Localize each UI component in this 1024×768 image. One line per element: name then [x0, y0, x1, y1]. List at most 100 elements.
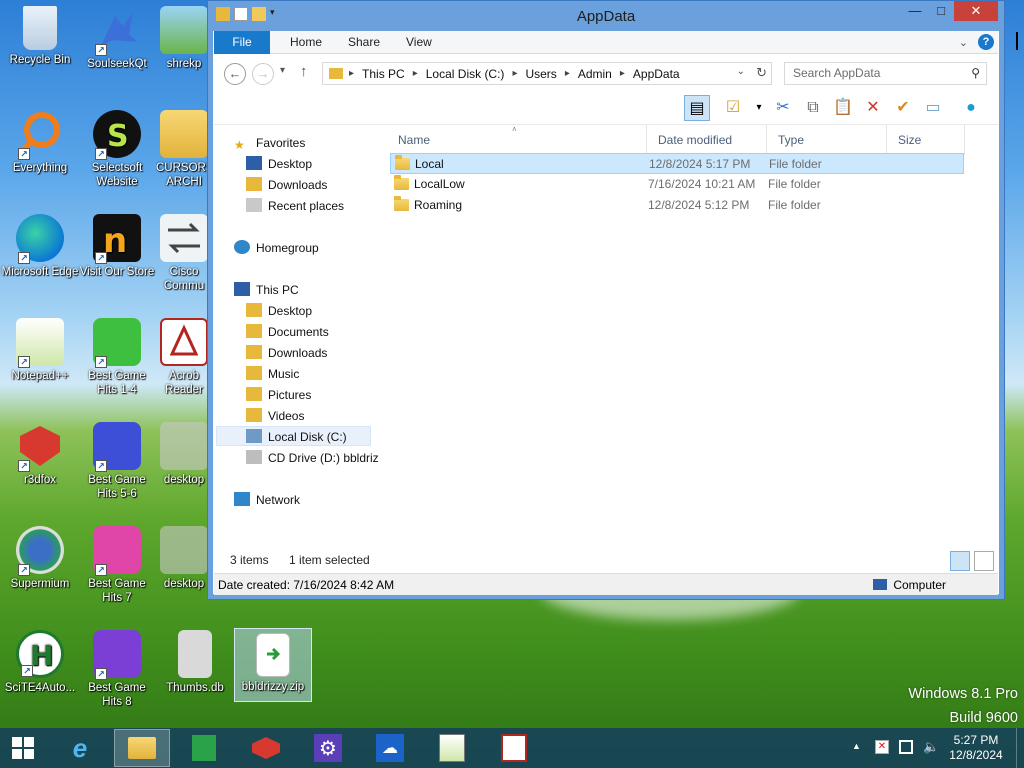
nav-favorites[interactable]: ★ Favorites — [234, 133, 305, 153]
volume-muted-icon[interactable]: 🔈 — [923, 739, 939, 755]
maximize-button[interactable]: □ — [928, 1, 954, 21]
copy-icon[interactable]: ⧉ — [800, 95, 826, 121]
up-button[interactable]: ↑ — [300, 63, 308, 80]
breadcrumb-local-disk[interactable]: Local Disk (C:) — [426, 67, 505, 81]
breadcrumb-appdata[interactable]: AppData — [633, 67, 680, 81]
action-center-flag-icon[interactable]: ✕ — [875, 740, 889, 754]
nav-this-pc[interactable]: This PC — [234, 280, 299, 300]
desktop-icon-acrobat[interactable]: Acrob Reader — [156, 318, 212, 397]
column-header-date[interactable]: Date modified — [652, 129, 766, 151]
column-header-size[interactable]: Size — [892, 129, 964, 151]
taskbar-store[interactable] — [176, 729, 232, 767]
taskbar-settings[interactable]: ⚙ — [300, 729, 356, 767]
nav-pc-documents[interactable]: Documents — [246, 322, 329, 342]
refresh-icon[interactable]: ↻ — [756, 65, 767, 81]
nav-pc-local-disk[interactable]: Local Disk (C:) — [216, 426, 371, 446]
column-divider[interactable] — [964, 125, 965, 155]
tab-view[interactable]: View — [396, 31, 442, 54]
desktop-icon-notepadpp[interactable]: ↗ Notepad++ — [1, 318, 79, 383]
nav-network[interactable]: Network — [234, 490, 300, 510]
minimize-button[interactable]: — — [902, 1, 928, 21]
chevron-down-icon[interactable]: ▾ — [746, 95, 772, 121]
breadcrumb-this-pc[interactable]: This PC — [362, 67, 405, 81]
close-button[interactable]: ✕ — [954, 1, 998, 21]
taskbar-acrobat[interactable] — [486, 729, 542, 767]
column-header-name[interactable]: Name — [392, 129, 646, 151]
nav-fav-recent[interactable]: Recent places — [246, 196, 344, 216]
table-row[interactable]: Roaming 12/8/2024 5:12 PM File folder — [390, 195, 964, 216]
tab-file[interactable]: File — [214, 31, 270, 54]
nav-pc-cd-drive[interactable]: CD Drive (D:) bbldriz — [246, 448, 379, 468]
nav-pc-pictures[interactable]: Pictures — [246, 385, 311, 405]
desktop-icon-best-game-1-4[interactable]: ↗ Best Game Hits 1-4 — [78, 318, 156, 397]
desktop-icon-thumbs-db[interactable]: Thumbs.db — [156, 630, 234, 695]
desktop-icon-desktop-ini-1[interactable]: desktop — [156, 422, 212, 487]
column-divider[interactable] — [766, 125, 767, 155]
address-bar[interactable]: ▸ This PC ▸ Local Disk (C:) ▸ Users ▸ Ad… — [322, 62, 772, 85]
desktop-icon-recycle-bin[interactable]: Recycle Bin — [1, 6, 79, 67]
taskbar-onedrive[interactable]: ☁ — [362, 729, 418, 767]
nav-pc-videos[interactable]: Videos — [246, 406, 304, 426]
desktop-icon-visit-store[interactable]: n ↗ Visit Our Store — [78, 214, 156, 279]
nav-homegroup[interactable]: Homegroup — [234, 238, 319, 258]
recent-locations-chevron-icon[interactable]: ▾ — [280, 65, 285, 76]
column-divider[interactable] — [646, 125, 647, 155]
nav-pc-desktop[interactable]: Desktop — [246, 301, 312, 321]
desktop-icon-soulseek[interactable]: ↗ SoulseekQt — [78, 6, 156, 71]
taskbar-r3dfox[interactable] — [238, 729, 294, 767]
desktop-icon-everything[interactable]: ↗ Everything — [1, 110, 79, 175]
table-row[interactable]: Local 12/8/2024 5:17 PM File folder — [390, 153, 964, 174]
taskbar-notepadpp[interactable] — [424, 729, 480, 767]
show-desktop-button[interactable] — [1016, 728, 1024, 768]
system-clock[interactable]: 5:27 PM 12/8/2024 — [946, 733, 1006, 763]
nav-pc-downloads[interactable]: Downloads — [246, 343, 327, 363]
network-status-icon[interactable] — [899, 740, 913, 754]
rename-icon[interactable]: ▭ — [920, 95, 946, 121]
tab-share[interactable]: Share — [338, 31, 390, 54]
show-hidden-icons-chevron[interactable]: ▲ — [852, 741, 861, 751]
forward-button[interactable]: → — [252, 63, 274, 85]
expand-ribbon-icon[interactable]: ⌄ — [959, 36, 968, 49]
title-bar[interactable]: ▾ AppData — □ ✕ — [208, 1, 1004, 31]
delete-icon[interactable]: ✕ — [860, 95, 886, 121]
back-button[interactable]: ← — [224, 63, 246, 85]
taskbar-internet-explorer[interactable]: e — [52, 729, 108, 767]
start-button[interactable] — [0, 729, 46, 767]
checkmark-icon[interactable]: ✔ — [890, 95, 916, 121]
globe-icon[interactable]: ● — [958, 95, 984, 121]
nav-fav-desktop[interactable]: Desktop — [246, 154, 312, 174]
desktop-icon-best-game-5-6[interactable]: ↗ Best Game Hits 5-6 — [78, 422, 156, 501]
desktop-icon-supermium[interactable]: ↗ Supermium — [1, 526, 79, 591]
tab-home[interactable]: Home — [280, 31, 332, 54]
properties-folder-icon[interactable]: ☑ — [720, 95, 746, 121]
paste-icon[interactable]: 📋 — [830, 95, 856, 121]
nav-pc-music[interactable]: Music — [246, 364, 299, 384]
chevron-down-icon[interactable]: ⌄ — [737, 66, 745, 77]
desktop-icon-bbldrizzy-zip[interactable]: bbldrizzy.zip — [234, 628, 312, 702]
nav-fav-downloads[interactable]: Downloads — [246, 175, 327, 195]
desktop-icon-desktop-ini-2[interactable]: desktop — [156, 526, 212, 591]
details-view-button[interactable] — [950, 551, 970, 571]
column-header-type[interactable]: Type — [772, 129, 886, 151]
taskbar-file-explorer[interactable] — [114, 729, 170, 767]
desktop-icon-shrek[interactable]: shrekp — [156, 6, 212, 71]
help-icon[interactable]: ? — [978, 34, 994, 50]
column-divider[interactable] — [886, 125, 887, 155]
cut-icon[interactable]: ✂ — [770, 95, 796, 121]
desktop-icon-scite[interactable]: H ↗ SciTE4Auto... — [1, 630, 79, 695]
desktop-icon-selectsoft[interactable]: S ↗ Selectsoft Website — [78, 110, 156, 189]
search-input[interactable]: Search AppData ⚲ — [784, 62, 987, 85]
breadcrumb-users[interactable]: Users — [525, 67, 556, 81]
desktop-icon-best-game-8[interactable]: ↗ Best Game Hits 8 — [78, 630, 156, 709]
preview-pane-icon[interactable]: ▤ — [684, 95, 710, 121]
large-icons-view-button[interactable] — [974, 551, 994, 571]
explorer-window[interactable]: ▾ AppData — □ ✕ File Home Share View ⌄ ?… — [207, 0, 1005, 600]
table-row[interactable]: LocalLow 7/16/2024 10:21 AM File folder — [390, 174, 964, 195]
desktop-icon-r3dfox[interactable]: ↗ r3dfox — [1, 422, 79, 487]
desktop-icon-best-game-7[interactable]: ↗ Best Game Hits 7 — [78, 526, 156, 605]
desktop-icon-cisco[interactable]: Cisco Commu — [156, 214, 212, 293]
breadcrumb-admin[interactable]: Admin — [578, 67, 612, 81]
search-icon[interactable]: ⚲ — [971, 63, 980, 84]
desktop-icon-cursors[interactable]: CURSORS ARCHI — [156, 110, 212, 189]
desktop-icon-edge[interactable]: ↗ Microsoft Edge — [1, 214, 79, 279]
